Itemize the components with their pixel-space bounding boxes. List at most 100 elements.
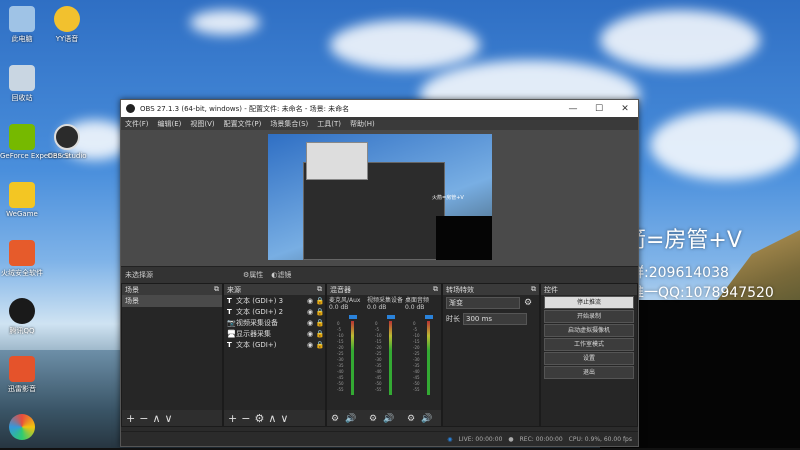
volume-fader[interactable] (349, 315, 357, 319)
visibility-eye-icon[interactable]: ◉ (305, 308, 315, 316)
speaker-mute-icon[interactable]: 🔊 (383, 414, 394, 424)
desktop-icon-app[interactable] (0, 414, 44, 442)
source-item[interactable]: 📷 视频采集设备 ◉ 🔒 (224, 317, 325, 328)
camera-source-icon: 📷 (227, 318, 236, 327)
settings-button[interactable]: 设置 (544, 352, 634, 365)
properties-button[interactable]: ⚙属性 (243, 270, 263, 280)
desktop-icon-recycle-bin[interactable]: 回收站 (0, 65, 44, 103)
desktop-icon-qq[interactable]: 腾讯QQ (0, 298, 44, 336)
source-settings-gear-icon[interactable]: ⚙ (254, 412, 264, 425)
visibility-eye-icon[interactable]: ◉ (305, 330, 315, 338)
source-item[interactable]: T 文本 (GDI+) 3 ◉ 🔒 (224, 295, 325, 306)
exit-button[interactable]: 退出 (544, 366, 634, 379)
desktop-icon-obs[interactable]: OBS Studio (45, 124, 89, 160)
remove-source-icon[interactable]: − (241, 412, 250, 425)
menu-file[interactable]: 文件(F) (125, 119, 149, 129)
undock-icon[interactable]: ⧉ (317, 285, 322, 294)
channel-name: 麦克风/Aux (329, 297, 361, 304)
speaker-mute-icon[interactable]: 🔊 (421, 414, 432, 424)
docks: 场景 ⧉ 场景 + − ∧ ∨ 来源 ⧉ T 文本 (GDI+) 3 ◉ 🔒 T… (121, 283, 638, 427)
start-virtual-camera-button[interactable]: 启动虚拟摄像机 (544, 324, 634, 337)
filters-label: 滤镜 (277, 271, 292, 279)
volume-fader[interactable] (387, 315, 395, 319)
desktop-icon-xunlei[interactable]: 迅雷影音 (0, 356, 44, 394)
text-source-icon: T (227, 340, 232, 349)
menu-edit[interactable]: 编辑(E) (158, 119, 182, 129)
move-up-icon[interactable]: ∧ (152, 412, 160, 425)
source-name: 显示器采集 (236, 329, 271, 338)
preview-webcam-block (436, 216, 492, 260)
add-source-icon[interactable]: + (228, 412, 237, 425)
preview-canvas[interactable]: 火箭=房管+V (268, 134, 492, 260)
preview-overlay-text: 火箭=房管+V (432, 195, 464, 201)
move-up-icon[interactable]: ∧ (268, 412, 276, 425)
meter-scale: 0 -5 -10 -15 -20 -25 -30 -35 -40 -45 -50 -55 (413, 321, 420, 392)
desktop-icon-geforce[interactable]: GeForce Experience (0, 124, 70, 160)
mixer-channel: 桌面音频 0.0 dB 0 -5 -10 -15 -20 -25 -30 -35 -40 -45-… (405, 295, 439, 424)
cpu-fps: CPU: 0.9%, 60.00 fps (568, 435, 632, 443)
visibility-eye-icon[interactable]: ◉ (305, 341, 315, 349)
wegame-icon (9, 182, 35, 208)
qq-icon (9, 298, 35, 324)
lock-icon[interactable]: 🔒 (315, 341, 325, 349)
rec-indicator-icon: ● (508, 435, 514, 443)
lock-icon[interactable]: 🔒 (315, 319, 325, 327)
source-item[interactable]: 🖥 显示器采集 ◉ 🔒 (224, 328, 325, 339)
cloud (330, 20, 480, 70)
properties-label: 属性 (249, 271, 264, 279)
menu-view[interactable]: 视图(V) (190, 119, 214, 129)
stop-streaming-button[interactable]: 停止推流 (544, 296, 634, 309)
channel-name: 桌面音频 (405, 297, 430, 304)
mixer-dock: 混音器 ⧉ 麦克风/Aux 0.0 dB 0 -5 -10 -15 -20 -25 -30 -3… (326, 283, 442, 427)
audio-settings-gear-icon[interactable]: ⚙ (369, 414, 377, 424)
minimize-icon[interactable]: — (560, 104, 586, 114)
menu-tools[interactable]: 工具(T) (317, 119, 341, 129)
lock-icon[interactable]: 🔒 (315, 330, 325, 338)
source-name: 视频采集设备 (236, 318, 278, 327)
statusbar: ◉ LIVE: 00:00:00 ● REC: 00:00:00 CPU: 0.… (121, 431, 638, 446)
volume-fader[interactable] (425, 315, 433, 319)
desktop-icon-wegame[interactable]: WeGame (0, 182, 44, 218)
visibility-eye-icon[interactable]: ◉ (305, 297, 315, 305)
audio-settings-gear-icon[interactable]: ⚙ (407, 414, 415, 424)
audio-settings-gear-icon[interactable]: ⚙ (331, 414, 339, 424)
visibility-eye-icon[interactable]: ◉ (305, 319, 315, 327)
close-icon[interactable]: ✕ (612, 104, 638, 114)
move-down-icon[interactable]: ∨ (280, 412, 288, 425)
source-toolbar: 未选择源 ⚙属性 ◐滤镜 (121, 266, 638, 283)
preview-area[interactable]: 火箭=房管+V (121, 130, 638, 266)
transition-settings-gear-icon[interactable]: ⚙ (524, 298, 532, 308)
mixer-title: 混音器 (330, 285, 351, 294)
menu-scene-collection[interactable]: 场景集合(S) (270, 119, 308, 129)
huorong-icon (9, 240, 35, 266)
desktop-icon-huorong[interactable]: 火绒安全软件 (0, 240, 44, 278)
move-down-icon[interactable]: ∨ (165, 412, 173, 425)
desktop-icon-yy[interactable]: YY语音 (45, 6, 89, 44)
recycle-bin-icon (9, 65, 35, 91)
lock-icon[interactable]: 🔒 (315, 297, 325, 305)
desktop-icon-computer[interactable]: 此电脑 (0, 6, 44, 44)
obs-titlebar[interactable]: OBS 27.1.3 (64-bit, windows) - 配置文件: 未命名… (121, 100, 638, 117)
window-title: OBS 27.1.3 (64-bit, windows) - 配置文件: 未命名… (140, 104, 350, 113)
add-scene-icon[interactable]: + (126, 412, 135, 425)
start-recording-button[interactable]: 开始录制 (544, 310, 634, 323)
scene-item[interactable]: 场景 (122, 295, 222, 307)
remove-scene-icon[interactable]: − (139, 412, 148, 425)
undock-icon[interactable]: ⧉ (214, 285, 219, 294)
source-item[interactable]: T 文本 (GDI+) 2 ◉ 🔒 (224, 306, 325, 317)
menu-profile[interactable]: 配置文件(P) (224, 119, 262, 129)
source-item[interactable]: T 文本 (GDI+) ◉ 🔒 (224, 339, 325, 350)
duration-input[interactable]: 300 ms (463, 313, 527, 325)
undock-icon[interactable]: ⧉ (531, 285, 536, 294)
speaker-mute-icon[interactable]: 🔊 (345, 414, 356, 424)
undock-icon[interactable]: ⧉ (433, 285, 438, 294)
mixer-channel: 视频采集设备 0.0 dB 0 -5 -10 -15 -20 -25 -30 -35 -40 -4… (367, 295, 404, 424)
channel-name: 视频采集设备 (367, 297, 404, 304)
filters-button[interactable]: ◐滤镜 (271, 270, 291, 280)
studio-mode-button[interactable]: 工作室模式 (544, 338, 634, 351)
lock-icon[interactable]: 🔒 (315, 308, 325, 316)
cloud (650, 110, 800, 180)
menu-help[interactable]: 帮助(H) (350, 119, 375, 129)
transition-select[interactable]: 渐变 (446, 297, 520, 309)
maximize-icon[interactable]: ☐ (586, 104, 612, 114)
